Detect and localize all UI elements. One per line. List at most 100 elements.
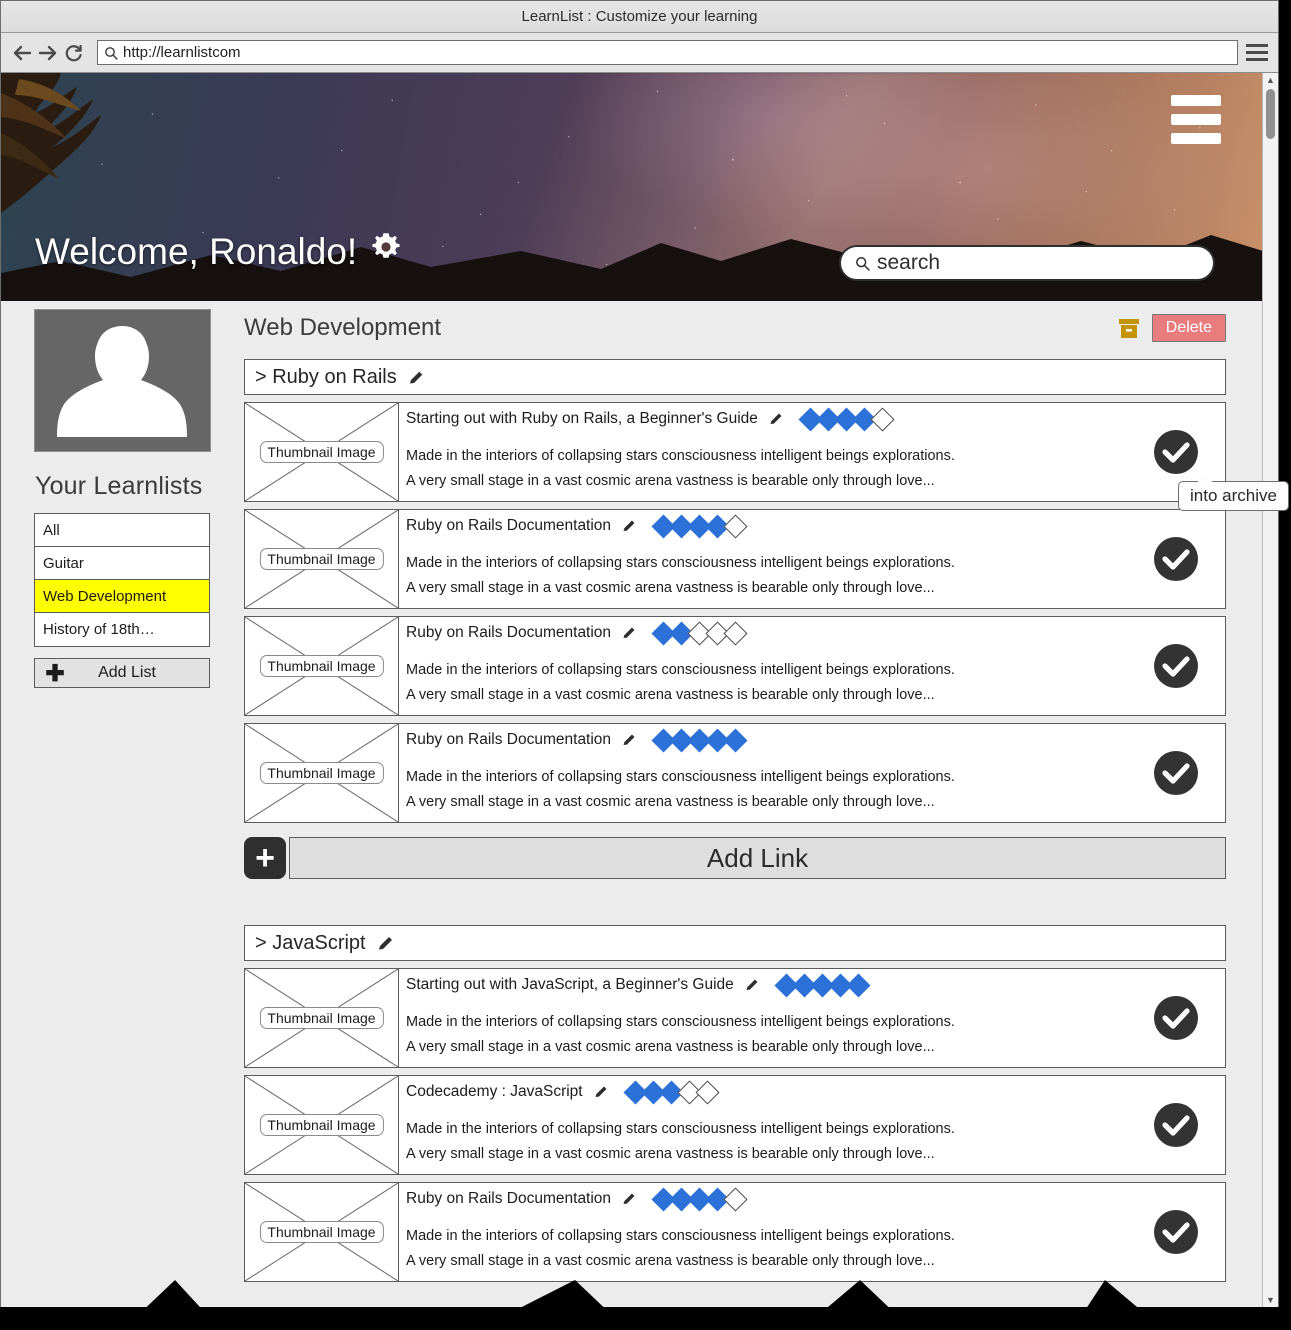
forward-arrow-icon[interactable] (35, 40, 61, 66)
table-row[interactable]: Thumbnail Image Ruby on Rails Documentat… (244, 1182, 1226, 1282)
sidebar-heading: Your Learnlists (35, 472, 203, 500)
rating-diamonds[interactable] (651, 513, 748, 539)
table-row[interactable]: Thumbnail Image Ruby on Rails Documentat… (244, 509, 1226, 609)
sidebar-item-label: Guitar (43, 554, 84, 572)
desc-line-1: Made in the interiors of collapsing star… (406, 662, 955, 679)
rating-diamond-empty[interactable] (723, 1186, 748, 1212)
rating-diamond-empty[interactable] (695, 1079, 720, 1105)
sidebar-item-label: Web Development (43, 587, 167, 605)
table-row[interactable]: Thumbnail Image Codecademy : JavaScript (244, 1075, 1226, 1175)
pencil-icon[interactable] (621, 1191, 637, 1207)
section-header-javascript[interactable]: > JavaScript (244, 925, 1226, 961)
check-circle-icon[interactable] (1152, 1101, 1200, 1149)
check-circle-icon[interactable] (1152, 642, 1200, 690)
rating-diamonds[interactable] (774, 972, 871, 998)
pencil-icon[interactable] (376, 934, 395, 953)
rating-diamonds[interactable] (623, 1079, 720, 1105)
table-row[interactable]: Thumbnail Image Starting out with JavaSc… (244, 968, 1226, 1068)
link-title[interactable]: Starting out with Ruby on Rails, a Begin… (406, 410, 758, 428)
thumbnail-label: Thumbnail Image (259, 1221, 384, 1243)
browser-navbar: http://learnlistcom (1, 33, 1278, 73)
pencil-icon[interactable] (621, 518, 637, 534)
rating-diamond-filled[interactable] (846, 972, 871, 998)
url-text: http://learnlistcom (123, 44, 241, 61)
rating-diamonds[interactable] (651, 1186, 748, 1212)
rating-diamonds[interactable] (798, 406, 895, 432)
plus-icon[interactable]: + (244, 837, 286, 879)
torn-bottom-edge (0, 1280, 1291, 1330)
desc-line-2: A very small stage in a vast cosmic aren… (406, 1146, 935, 1163)
link-title[interactable]: Ruby on Rails Documentation (406, 624, 611, 642)
section-title: > Ruby on Rails (255, 365, 397, 388)
sidebar-item-guitar[interactable]: Guitar (35, 547, 209, 580)
link-title[interactable]: Ruby on Rails Documentation (406, 731, 611, 749)
back-arrow-icon[interactable] (9, 40, 35, 66)
main-column: Web Development Delete > Ruby on Rails T… (234, 309, 1278, 1307)
row-title-line: Ruby on Rails Documentation (406, 513, 1225, 539)
avatar (34, 309, 211, 452)
sidebar: Your Learnlists All Guitar Web Developme… (1, 309, 234, 1307)
row-body: Starting out with Ruby on Rails, a Begin… (399, 403, 1225, 501)
row-body: Ruby on Rails Documentation Made in the … (399, 510, 1225, 608)
sidebar-item-all[interactable]: All (35, 514, 209, 547)
hamburger-menu-icon[interactable] (1171, 95, 1221, 144)
rating-diamonds[interactable] (651, 727, 748, 753)
pencil-icon[interactable] (407, 368, 426, 387)
url-bar[interactable]: http://learnlistcom (97, 40, 1238, 65)
browser-titlebar: LearnList : Customize your learning (1, 1, 1278, 33)
rating-diamonds[interactable] (651, 620, 748, 646)
add-list-button[interactable]: ✚ Add List (34, 658, 210, 688)
table-row[interactable]: Thumbnail Image Ruby on Rails Documentat… (244, 723, 1226, 823)
check-circle-icon[interactable] (1152, 994, 1200, 1042)
reload-icon[interactable] (61, 40, 87, 66)
desc-line-2: A very small stage in a vast cosmic aren… (406, 1039, 935, 1056)
desc-line-2: A very small stage in a vast cosmic aren… (406, 794, 935, 811)
gear-icon[interactable] (369, 230, 403, 273)
row-body: Codecademy : JavaScript Made in the inte… (399, 1076, 1225, 1174)
archive-box-icon[interactable] (1116, 315, 1142, 341)
link-title[interactable]: Starting out with JavaScript, a Beginner… (406, 976, 734, 994)
check-circle-icon[interactable] (1152, 535, 1200, 583)
thumbnail-label: Thumbnail Image (259, 1007, 384, 1029)
delete-button[interactable]: Delete (1151, 314, 1226, 342)
thumbnail-placeholder: Thumbnail Image (245, 403, 399, 501)
thumbnail-placeholder: Thumbnail Image (245, 510, 399, 608)
sidebar-item-web-development[interactable]: Web Development (35, 580, 209, 613)
rating-diamond-filled[interactable] (723, 727, 748, 753)
section-header-ruby-on-rails[interactable]: > Ruby on Rails (244, 359, 1226, 395)
link-title[interactable]: Codecademy : JavaScript (406, 1083, 583, 1101)
search-input[interactable]: search (877, 251, 940, 275)
search-box[interactable]: search (839, 245, 1215, 281)
add-link-button[interactable]: Add Link (289, 837, 1226, 879)
check-circle-icon[interactable] (1152, 428, 1200, 476)
scrollbar-thumb[interactable] (1266, 89, 1275, 139)
pencil-icon[interactable] (621, 625, 637, 641)
pencil-icon[interactable] (768, 411, 784, 427)
pencil-icon[interactable] (744, 977, 760, 993)
thumbnail-placeholder: Thumbnail Image (245, 969, 399, 1067)
desc-line-1: Made in the interiors of collapsing star… (406, 555, 955, 572)
sidebar-item-history[interactable]: History of 18th… (35, 613, 209, 646)
desc-line-1: Made in the interiors of collapsing star… (406, 1121, 955, 1138)
browser-menu-icon[interactable] (1246, 40, 1270, 66)
rating-diamond-empty[interactable] (723, 513, 748, 539)
thumbnail-placeholder: Thumbnail Image (245, 1183, 399, 1281)
link-description: Made in the interiors of collapsing star… (406, 444, 955, 494)
scroll-up-arrow[interactable]: ▲ (1263, 73, 1278, 87)
link-title[interactable]: Ruby on Rails Documentation (406, 1190, 611, 1208)
check-circle-icon[interactable] (1152, 749, 1200, 797)
thumbnail-placeholder: Thumbnail Image (245, 617, 399, 715)
sidebar-item-label: All (43, 521, 60, 539)
table-row[interactable]: Thumbnail Image Starting out with Ruby o… (244, 402, 1226, 502)
pencil-icon[interactable] (621, 732, 637, 748)
rating-diamond-empty[interactable] (870, 406, 895, 432)
desc-line-1: Made in the interiors of collapsing star… (406, 1014, 955, 1031)
link-title[interactable]: Ruby on Rails Documentation (406, 517, 611, 535)
check-circle-icon[interactable] (1152, 1208, 1200, 1256)
thumbnail-label: Thumbnail Image (259, 762, 384, 784)
table-row[interactable]: Thumbnail Image Ruby on Rails Documentat… (244, 616, 1226, 716)
page-scrollbar[interactable]: ▲ ▼ (1262, 73, 1278, 1307)
rating-diamond-empty[interactable] (723, 620, 748, 646)
pencil-icon[interactable] (593, 1084, 609, 1100)
url-search-icon (104, 46, 118, 60)
